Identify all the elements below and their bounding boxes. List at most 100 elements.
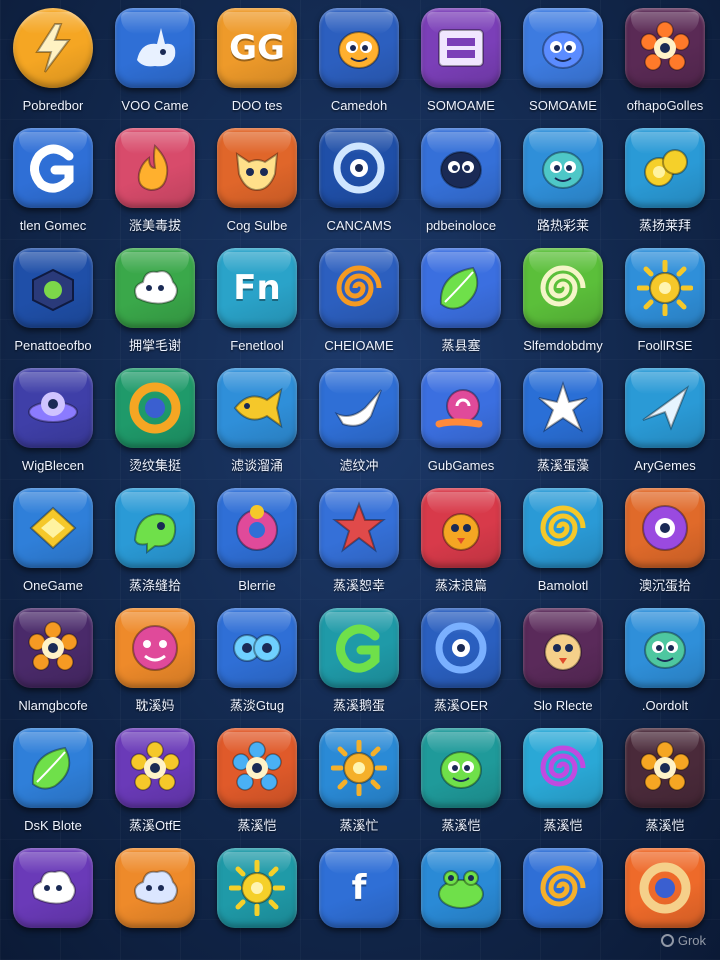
app-icon-tile[interactable] [412, 848, 510, 954]
app-icon-background[interactable] [13, 8, 93, 88]
app-icon-background[interactable] [523, 248, 603, 328]
app-icon-tile[interactable]: CHEIOAME [310, 248, 408, 354]
app-icon-background[interactable] [421, 368, 501, 448]
app-icon-background[interactable] [625, 488, 705, 568]
app-icon-tile[interactable] [208, 848, 306, 954]
app-icon-tile[interactable]: Bamolotl [514, 488, 612, 594]
app-icon-background[interactable] [625, 128, 705, 208]
app-icon-tile[interactable]: SOMOAME [412, 8, 510, 114]
app-icon-background[interactable] [625, 248, 705, 328]
app-icon-background[interactable]: GG [217, 8, 297, 88]
app-icon-tile[interactable]: f [310, 848, 408, 954]
app-icon-background[interactable] [319, 8, 399, 88]
app-icon-tile[interactable]: GG DOO tes [208, 8, 306, 114]
app-icon-tile[interactable]: 澳沉蛋拾 [616, 488, 714, 594]
app-icon-background[interactable] [523, 848, 603, 928]
app-icon-tile[interactable]: 蒸扬莱拜 [616, 128, 714, 234]
app-icon-background[interactable] [421, 728, 501, 808]
app-icon-tile[interactable]: 路热彩莱 [514, 128, 612, 234]
app-icon-tile[interactable]: 烫纹集挺 [106, 368, 204, 474]
app-icon-background[interactable] [217, 728, 297, 808]
app-icon-background[interactable] [217, 128, 297, 208]
app-icon-background[interactable] [115, 8, 195, 88]
app-icon-tile[interactable] [106, 848, 204, 954]
app-icon-background[interactable] [13, 608, 93, 688]
app-icon-background[interactable] [319, 128, 399, 208]
app-icon-tile[interactable]: WigBlecen [4, 368, 102, 474]
app-icon-tile[interactable]: 蒸溪恺 [514, 728, 612, 834]
app-icon-background[interactable]: Fn [217, 248, 297, 328]
app-icon-tile[interactable]: FoollRSE [616, 248, 714, 354]
app-icon-tile[interactable]: Slo Rlecte [514, 608, 612, 714]
app-icon-background[interactable] [523, 488, 603, 568]
app-icon-tile[interactable]: 蒸县塞 [412, 248, 510, 354]
app-icon-tile[interactable]: 蒸溪恺 [616, 728, 714, 834]
app-icon-tile[interactable]: OneGame [4, 488, 102, 594]
app-icon-tile[interactable]: 蒸涤缝拾 [106, 488, 204, 594]
app-icon-tile[interactable]: 蒸溪鹅蛋 [310, 608, 408, 714]
app-icon-background[interactable] [217, 488, 297, 568]
app-icon-tile[interactable]: 蒸溪恕幸 [310, 488, 408, 594]
app-icon-background[interactable] [421, 128, 501, 208]
app-icon-background[interactable] [217, 368, 297, 448]
app-icon-background[interactable]: f [319, 848, 399, 928]
app-icon-background[interactable] [523, 608, 603, 688]
app-icon-background[interactable] [523, 8, 603, 88]
app-icon-tile[interactable]: 涨美毒拔 [106, 128, 204, 234]
app-icon-tile[interactable]: DsK Blote [4, 728, 102, 834]
app-icon-background[interactable] [115, 128, 195, 208]
app-icon-background[interactable] [625, 8, 705, 88]
app-icon-tile[interactable]: Blerrie [208, 488, 306, 594]
app-icon-background[interactable] [421, 848, 501, 928]
app-icon-background[interactable] [319, 728, 399, 808]
app-icon-background[interactable] [421, 608, 501, 688]
app-icon-background[interactable] [115, 488, 195, 568]
app-icon-tile[interactable]: 蒸溪恺 [208, 728, 306, 834]
app-icon-background[interactable] [115, 368, 195, 448]
app-icon-tile[interactable]: Penattoeofbo [4, 248, 102, 354]
app-icon-tile[interactable]: 蒸溪蛋藻 [514, 368, 612, 474]
app-icon-background[interactable] [319, 608, 399, 688]
app-icon-background[interactable] [13, 248, 93, 328]
app-icon-tile[interactable]: Fn Fenetlool [208, 248, 306, 354]
app-icon-background[interactable] [13, 128, 93, 208]
app-icon-background[interactable] [421, 248, 501, 328]
app-icon-tile[interactable]: ofhapoGolles [616, 8, 714, 114]
app-icon-tile[interactable]: 蒸溪恺 [412, 728, 510, 834]
app-icon-tile[interactable]: Camedoh [310, 8, 408, 114]
app-icon-tile[interactable]: Cog Sulbe [208, 128, 306, 234]
app-icon-tile[interactable]: CANCAMS [310, 128, 408, 234]
app-icon-tile[interactable]: 蒸溪OER [412, 608, 510, 714]
app-icon-background[interactable] [625, 608, 705, 688]
app-icon-background[interactable] [13, 728, 93, 808]
app-icon-tile[interactable]: 拥掌毛谢 [106, 248, 204, 354]
app-icon-tile[interactable]: 滤纹冲 [310, 368, 408, 474]
app-icon-background[interactable] [625, 728, 705, 808]
app-icon-background[interactable] [625, 368, 705, 448]
app-icon-background[interactable] [319, 248, 399, 328]
app-icon-background[interactable] [319, 488, 399, 568]
app-icon-background[interactable] [13, 368, 93, 448]
app-icon-tile[interactable]: Nlamgbcofe [4, 608, 102, 714]
app-icon-background[interactable] [421, 488, 501, 568]
app-icon-background[interactable] [217, 848, 297, 928]
app-icon-background[interactable] [319, 368, 399, 448]
app-icon-tile[interactable]: .Oordolt [616, 608, 714, 714]
app-icon-background[interactable] [115, 728, 195, 808]
app-icon-background[interactable] [523, 728, 603, 808]
app-icon-background[interactable] [115, 608, 195, 688]
app-icon-tile[interactable]: GubGames [412, 368, 510, 474]
app-icon-background[interactable] [625, 848, 705, 928]
app-icon-background[interactable] [13, 848, 93, 928]
app-icon-tile[interactable]: AryGemes [616, 368, 714, 474]
app-icon-background[interactable] [115, 848, 195, 928]
app-icon-tile[interactable]: 蒸溪OtfE [106, 728, 204, 834]
app-icon-tile[interactable] [4, 848, 102, 954]
app-icon-tile[interactable]: 蒸沫浪篇 [412, 488, 510, 594]
app-icon-tile[interactable]: SOMOAME [514, 8, 612, 114]
app-icon-background[interactable] [523, 368, 603, 448]
app-icon-tile[interactable]: Slfemdobdmy [514, 248, 612, 354]
app-icon-background[interactable] [13, 488, 93, 568]
app-icon-tile[interactable]: 蒸淡Gtug [208, 608, 306, 714]
app-icon-background[interactable] [421, 8, 501, 88]
